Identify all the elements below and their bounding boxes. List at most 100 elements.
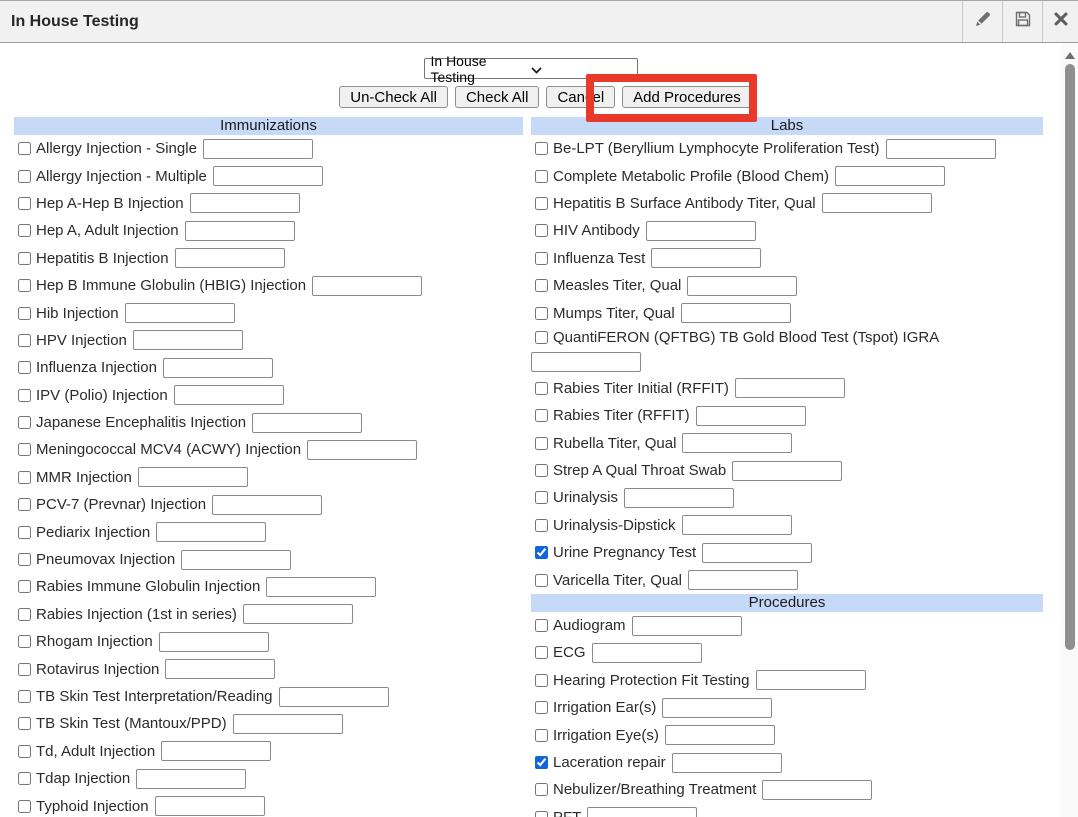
hep-a-hep-b-injection-value-input[interactable] [190,193,300,213]
hib-injection-checkbox[interactable] [18,307,31,320]
japanese-encephalitis-injection-value-input[interactable] [252,413,362,433]
tdap-injection-checkbox[interactable] [18,772,31,785]
hepatitis-b-surface-antibody-titer-qual-value-input[interactable] [822,193,932,213]
ipv-polio-injection-checkbox[interactable] [18,389,31,402]
mmr-injection-checkbox[interactable] [18,471,31,484]
check-all-button[interactable]: Check All [455,86,540,108]
be-lpt-beryllium-lymphocyte-proliferation-test-value-input[interactable] [886,139,996,159]
irrigation-ear-s-checkbox[interactable] [535,701,548,714]
urinalysis-dipstick-checkbox[interactable] [535,519,548,532]
quantiferon-qftbg-tb-gold-blood-test-tspot-igra-value-input[interactable] [531,352,641,372]
hearing-protection-fit-testing-checkbox[interactable] [535,674,548,687]
quantiferon-qftbg-tb-gold-blood-test-tspot-igra-checkbox[interactable] [535,331,548,344]
hepatitis-b-surface-antibody-titer-qual-checkbox[interactable] [535,197,548,210]
pediarix-injection-value-input[interactable] [156,522,266,542]
ecg-checkbox[interactable] [535,646,548,659]
complete-metabolic-profile-blood-chem-value-input[interactable] [835,166,945,186]
urinalysis-dipstick-value-input[interactable] [682,515,792,535]
rhogam-injection-checkbox[interactable] [18,635,31,648]
hep-b-immune-globulin-hbig-injection-value-input[interactable] [312,276,422,296]
td-adult-injection-checkbox[interactable] [18,745,31,758]
tb-skin-test-mantoux-ppd-value-input[interactable] [233,714,343,734]
uncheck-all-button[interactable]: Un-Check All [339,86,448,108]
allergy-injection-multiple-checkbox[interactable] [18,170,31,183]
nebulizer-breathing-treatment-checkbox[interactable] [535,783,548,796]
tb-skin-test-interpretation-reading-value-input[interactable] [279,687,389,707]
pft-checkbox[interactable] [535,811,548,817]
irrigation-ear-s-value-input[interactable] [662,698,772,718]
rubella-titer-qual-value-input[interactable] [682,433,792,453]
pcv-7-prevnar-injection-checkbox[interactable] [18,498,31,511]
cancel-button[interactable]: Cancel [546,86,615,108]
influenza-injection-checkbox[interactable] [18,361,31,374]
hep-b-immune-globulin-hbig-injection-checkbox[interactable] [18,279,31,292]
pneumovax-injection-value-input[interactable] [181,550,291,570]
hearing-protection-fit-testing-value-input[interactable] [756,670,866,690]
japanese-encephalitis-injection-checkbox[interactable] [18,416,31,429]
hepatitis-b-injection-value-input[interactable] [175,248,285,268]
typhoid-injection-value-input[interactable] [155,796,265,816]
audiogram-checkbox[interactable] [535,619,548,632]
nebulizer-breathing-treatment-value-input[interactable] [762,780,872,800]
strep-a-qual-throat-swab-checkbox[interactable] [535,464,548,477]
pediarix-injection-checkbox[interactable] [18,526,31,539]
be-lpt-beryllium-lymphocyte-proliferation-test-checkbox[interactable] [535,142,548,155]
rabies-titer-initial-rffit-value-input[interactable] [735,378,845,398]
urinalysis-value-input[interactable] [624,488,734,508]
rabies-immune-globulin-injection-checkbox[interactable] [18,580,31,593]
pft-value-input[interactable] [587,807,697,817]
rotavirus-injection-checkbox[interactable] [18,663,31,676]
typhoid-injection-checkbox[interactable] [18,800,31,813]
irrigation-eye-s-checkbox[interactable] [535,729,548,742]
complete-metabolic-profile-blood-chem-checkbox[interactable] [535,170,548,183]
rabies-titer-initial-rffit-checkbox[interactable] [535,382,548,395]
hep-a-hep-b-injection-checkbox[interactable] [18,197,31,210]
pcv-7-prevnar-injection-value-input[interactable] [212,495,322,515]
rotavirus-injection-value-input[interactable] [165,659,275,679]
varicella-titer-qual-value-input[interactable] [688,570,798,590]
influenza-test-checkbox[interactable] [535,252,548,265]
irrigation-eye-s-value-input[interactable] [665,725,775,745]
influenza-injection-value-input[interactable] [163,358,273,378]
urinalysis-checkbox[interactable] [535,491,548,504]
hiv-antibody-value-input[interactable] [646,221,756,241]
influenza-test-value-input[interactable] [651,248,761,268]
save-button[interactable] [1002,1,1042,42]
urine-pregnancy-test-value-input[interactable] [702,543,812,563]
td-adult-injection-value-input[interactable] [161,741,271,761]
measles-titer-qual-value-input[interactable] [687,276,797,296]
add-procedures-button[interactable]: Add Procedures [622,86,752,108]
ipv-polio-injection-value-input[interactable] [174,385,284,405]
hiv-antibody-checkbox[interactable] [535,224,548,237]
laceration-repair-checkbox[interactable] [535,756,548,769]
edit-button[interactable] [962,1,1002,42]
mmr-injection-value-input[interactable] [138,467,248,487]
hepatitis-b-injection-checkbox[interactable] [18,252,31,265]
varicella-titer-qual-checkbox[interactable] [535,574,548,587]
hep-a-adult-injection-value-input[interactable] [185,221,295,241]
allergy-injection-single-checkbox[interactable] [18,142,31,155]
rabies-titer-rffit-value-input[interactable] [696,406,806,426]
test-category-select[interactable]: In House Testing [424,58,638,79]
meningococcal-mcv4-acwy-injection-checkbox[interactable] [18,443,31,456]
allergy-injection-multiple-value-input[interactable] [213,166,323,186]
rhogam-injection-value-input[interactable] [159,632,269,652]
hep-a-adult-injection-checkbox[interactable] [18,224,31,237]
rabies-titer-rffit-checkbox[interactable] [535,409,548,422]
allergy-injection-single-value-input[interactable] [203,139,313,159]
pneumovax-injection-checkbox[interactable] [18,553,31,566]
mumps-titer-qual-checkbox[interactable] [535,307,548,320]
rubella-titer-qual-checkbox[interactable] [535,437,548,450]
tb-skin-test-mantoux-ppd-checkbox[interactable] [18,717,31,730]
scroll-up-button[interactable] [1065,52,1075,59]
tdap-injection-value-input[interactable] [136,769,246,789]
scrollbar-thumb[interactable] [1065,64,1075,650]
mumps-titer-qual-value-input[interactable] [681,303,791,323]
meningococcal-mcv4-acwy-injection-value-input[interactable] [307,440,417,460]
strep-a-qual-throat-swab-value-input[interactable] [732,461,842,481]
measles-titer-qual-checkbox[interactable] [535,279,548,292]
close-button[interactable] [1042,1,1078,42]
hpv-injection-value-input[interactable] [133,330,243,350]
audiogram-value-input[interactable] [632,616,742,636]
tb-skin-test-interpretation-reading-checkbox[interactable] [18,690,31,703]
